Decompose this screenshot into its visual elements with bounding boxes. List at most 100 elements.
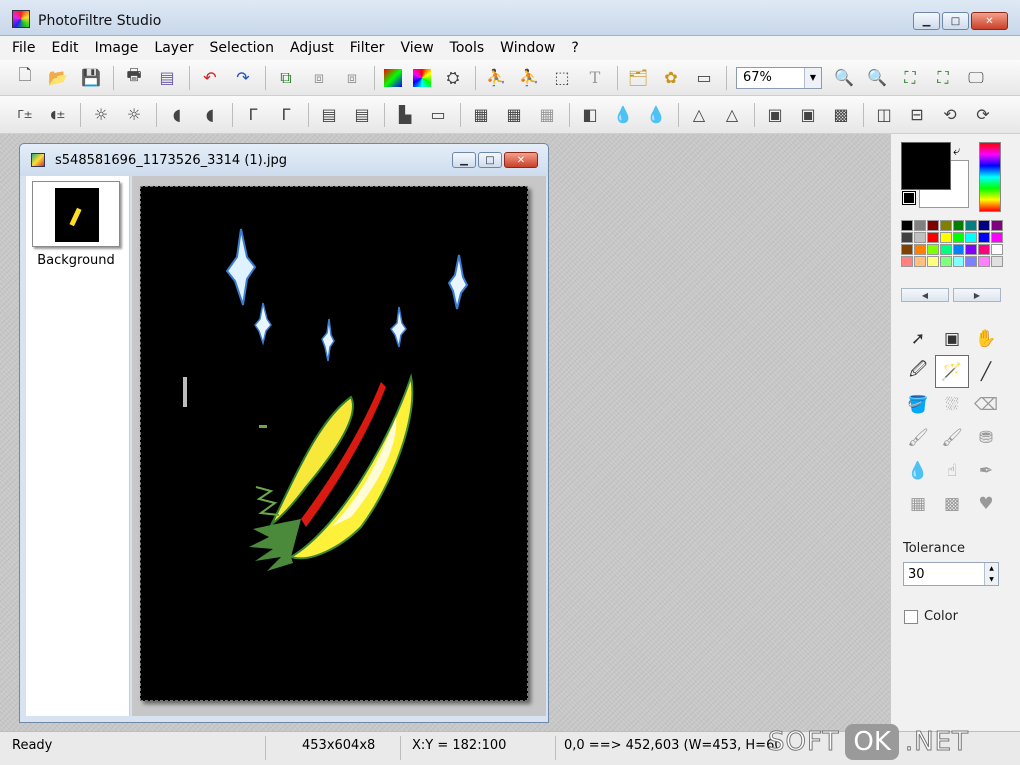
contrast-plus-icon[interactable]: ◖ <box>199 104 221 126</box>
selection-tool-icon[interactable]: ▣ <box>935 322 969 355</box>
menu-file[interactable]: File <box>12 40 35 56</box>
selection-person-icon[interactable]: ⛹ <box>485 67 507 89</box>
minimize-button[interactable]: ▁ <box>913 12 940 30</box>
new-file-icon[interactable]: 🗋 <box>14 65 36 89</box>
redo-icon[interactable]: ↷ <box>232 67 254 89</box>
palette-swatch[interactable] <box>926 256 939 267</box>
window-icon[interactable]: ▭ <box>693 67 715 89</box>
doc-minimize-button[interactable]: ▁ <box>452 152 476 168</box>
transparency-icon[interactable]: ⛭ <box>442 67 464 89</box>
color-checkbox[interactable] <box>904 610 918 624</box>
hand-tool-icon[interactable]: ✋ <box>969 322 1003 355</box>
grid-icon[interactable]: ▦ <box>470 104 492 126</box>
palette-prev-button[interactable]: ◀ <box>901 288 949 302</box>
grid-alt-icon[interactable]: ▦ <box>503 104 525 126</box>
menu-help[interactable]: ? <box>571 40 578 56</box>
foreground-color-swatch[interactable] <box>901 142 951 190</box>
palette-swatch[interactable] <box>901 256 913 267</box>
palette-swatch[interactable] <box>939 232 952 243</box>
palette-swatch[interactable] <box>978 220 991 231</box>
open-folder-icon[interactable]: 📂 <box>47 67 69 89</box>
palette-swatch[interactable] <box>926 232 939 243</box>
undo-icon[interactable]: ↶ <box>199 67 221 89</box>
fill-tool-icon[interactable]: 🪣 <box>901 388 935 421</box>
menu-window[interactable]: Window <box>500 40 555 56</box>
zoom-in-icon[interactable]: 🔍 <box>833 67 855 89</box>
contrast-minus-icon[interactable]: ◖ <box>166 104 188 126</box>
close-button[interactable]: ✕ <box>971 12 1008 30</box>
menu-adjust[interactable]: Adjust <box>290 40 334 56</box>
rotate-right-icon[interactable]: ⟳ <box>972 104 994 126</box>
grid-dim-icon[interactable]: ▦ <box>536 104 558 126</box>
palette-swatch[interactable] <box>965 244 978 255</box>
fullscreen-icon[interactable]: 🖵 <box>965 67 987 89</box>
frame-icon[interactable]: ▣ <box>764 104 786 126</box>
palette-swatch[interactable] <box>965 232 978 243</box>
palette-swatch[interactable] <box>952 256 965 267</box>
menu-view[interactable]: View <box>400 40 433 56</box>
texture-icon[interactable]: ▩ <box>830 104 852 126</box>
palette-swatch[interactable] <box>978 256 991 267</box>
smudge-tool-icon[interactable]: ☝ <box>935 454 969 487</box>
maximize-button[interactable]: □ <box>942 12 969 30</box>
eraser-tool-icon[interactable]: ⌫ <box>969 388 1003 421</box>
frame-alt-icon[interactable]: ▣ <box>797 104 819 126</box>
palette-swatch[interactable] <box>991 256 1003 267</box>
palette-swatch[interactable] <box>952 244 965 255</box>
deform-tool-icon[interactable]: ▦ <box>901 487 935 520</box>
retouch-tool-icon[interactable]: ▩ <box>935 487 969 520</box>
scan-icon[interactable]: ▤ <box>156 67 178 89</box>
palette-swatch[interactable] <box>965 220 978 231</box>
palette-swatch[interactable] <box>939 244 952 255</box>
shape-tool-icon[interactable]: ♥ <box>969 487 1003 520</box>
layer-thumbnail[interactable] <box>32 181 120 247</box>
palette-swatch[interactable] <box>913 220 926 231</box>
image-canvas[interactable] <box>140 186 528 701</box>
hue-slider[interactable] <box>979 142 1001 212</box>
stamp-tool-icon[interactable]: ⛃ <box>969 421 1003 454</box>
copy-icon[interactable]: ⧉ <box>275 67 297 89</box>
spray-tool-icon[interactable]: ⛆ <box>935 388 969 421</box>
palette-swatch[interactable] <box>991 244 1003 255</box>
flip-horizontal-icon[interactable]: ◫ <box>873 104 895 126</box>
menu-filter[interactable]: Filter <box>350 40 385 56</box>
palette-swatch[interactable] <box>901 220 913 231</box>
palette-swatch[interactable] <box>913 244 926 255</box>
palette-swatch[interactable] <box>926 220 939 231</box>
magic-wand-tool-icon[interactable]: 🪄 <box>935 355 969 388</box>
reset-colors-icon[interactable] <box>902 191 916 205</box>
rotate-left-icon[interactable]: ⟲ <box>939 104 961 126</box>
menu-selection[interactable]: Selection <box>209 40 274 56</box>
histogram-icon[interactable]: ▙ <box>394 104 416 126</box>
advanced-brush-tool-icon[interactable]: 🖌 <box>935 421 969 454</box>
palette-swatch[interactable] <box>939 256 952 267</box>
plugin-icon[interactable]: ✿ <box>660 67 682 89</box>
zoom-select[interactable]: 67% ▼ <box>736 66 822 89</box>
palette-swatch[interactable] <box>991 220 1003 231</box>
palette-swatch[interactable] <box>965 256 978 267</box>
palette-swatch[interactable] <box>913 232 926 243</box>
brightness-plus-icon[interactable]: ☼ <box>123 104 145 126</box>
line-tool-icon[interactable]: ╱ <box>969 355 1003 388</box>
selection-marquee-icon[interactable]: ⬚ <box>551 67 573 89</box>
gamma-plus-icon[interactable]: Γ <box>275 104 297 126</box>
selection-inverse-icon[interactable]: ⛹ <box>518 67 540 89</box>
palette-swatch[interactable] <box>913 256 926 267</box>
saturation-minus-icon[interactable]: ▤ <box>318 104 340 126</box>
fit-window-icon[interactable]: ⛶ <box>899 67 921 89</box>
blur-tool-icon[interactable]: 💧 <box>901 454 935 487</box>
blur-icon[interactable]: ◧ <box>579 104 601 126</box>
menu-layer[interactable]: Layer <box>154 40 193 56</box>
pointer-tool-icon[interactable]: ➚ <box>901 322 935 355</box>
palette-next-button[interactable]: ▶ <box>953 288 1001 302</box>
drop-alt-icon[interactable]: 💧 <box>645 104 667 126</box>
paste-new-icon[interactable]: ⧈ <box>341 67 363 89</box>
palette-swatch[interactable] <box>926 244 939 255</box>
menu-tools[interactable]: Tools <box>450 40 485 56</box>
paste-icon[interactable]: ⧈ <box>308 67 330 89</box>
palette-swatch[interactable] <box>978 244 991 255</box>
palette-swatch[interactable] <box>939 220 952 231</box>
print-icon[interactable]: 🖶 <box>123 65 145 89</box>
sharpen-more-icon[interactable]: △ <box>721 104 743 126</box>
palette-swatch[interactable] <box>901 244 913 255</box>
